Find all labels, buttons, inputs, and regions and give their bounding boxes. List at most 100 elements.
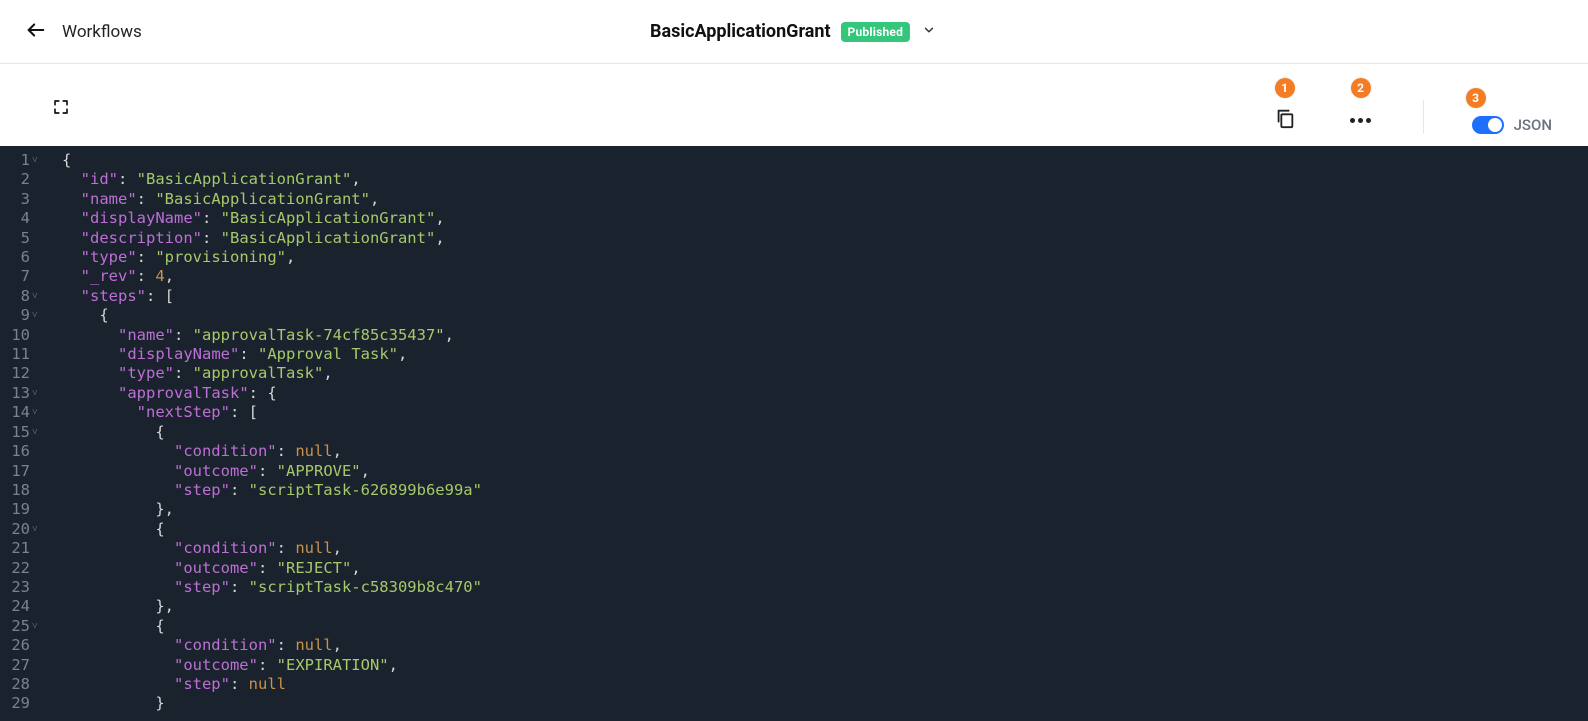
chevron-down-icon [922,22,936,41]
code-content: "condition": null, [42,539,342,558]
page-title: BasicApplicationGrant [650,21,831,42]
annotation-1: 1 [1275,78,1295,98]
json-toggle-label: JSON [1514,116,1552,134]
code-line: 16 "condition": null, [0,442,1588,461]
back-button[interactable] [24,20,48,44]
gutter-line-number: 4 [0,209,32,228]
topbar: Workflows BasicApplicationGrant Publishe… [0,0,1588,64]
fullscreen-icon [52,101,70,120]
gutter-line-number: 18 [0,481,32,500]
title-menu-button[interactable] [920,23,938,41]
json-toggle[interactable] [1472,116,1504,134]
fold-marker[interactable]: ˅ [32,287,42,306]
gutter-line-number: 6 [0,248,32,267]
code-content: "step": "scriptTask-c58309b8c470" [42,578,482,597]
toolbar: 1 2 3 [0,64,1588,146]
gutter-line-number: 2 [0,170,32,189]
ellipsis-icon [1350,118,1371,123]
gutter-line-number: 28 [0,675,32,694]
code-content: "approvalTask": { [42,384,277,403]
gutter-line-number: 9 [0,306,32,325]
json-toggle-slot: 3 JSON [1472,116,1552,134]
code-line: 11 "displayName": "Approval Task", [0,345,1588,364]
gutter-line-number: 11 [0,345,32,364]
more-button[interactable] [1347,106,1375,134]
code-content: "step": "scriptTask-626899b6e99a" [42,481,482,500]
code-line: 8˅ "steps": [ [0,287,1588,306]
code-line: 5 "description": "BasicApplicationGrant"… [0,229,1588,248]
code-content: "outcome": "APPROVE", [42,462,370,481]
code-content: "type": "approvalTask", [42,364,333,383]
code-content: { [42,151,71,170]
fold-marker[interactable]: ˅ [32,403,42,422]
gutter-line-number: 5 [0,229,32,248]
code-line: 6 "type": "provisioning", [0,248,1588,267]
code-line: 26 "condition": null, [0,636,1588,655]
code-line: 12 "type": "approvalTask", [0,364,1588,383]
code-line: 25˅ { [0,617,1588,636]
code-line: 9˅ { [0,306,1588,325]
code-content: "displayName": "BasicApplicationGrant", [42,209,445,228]
code-content: }, [42,597,174,616]
code-content: "displayName": "Approval Task", [42,345,407,364]
gutter-line-number: 7 [0,267,32,286]
fold-marker[interactable]: ˅ [32,306,42,325]
divider [1423,100,1424,134]
code-content: "outcome": "REJECT", [42,559,361,578]
code-line: 10 "name": "approvalTask-74cf85c35437", [0,326,1588,345]
code-line: 18 "step": "scriptTask-626899b6e99a" [0,481,1588,500]
annotation-3: 3 [1466,88,1486,108]
fold-marker[interactable]: ˅ [32,423,42,442]
code-line: 17 "outcome": "APPROVE", [0,462,1588,481]
toggle-knob [1488,118,1502,132]
code-content: { [42,306,109,325]
gutter-line-number: 16 [0,442,32,461]
gutter-line-number: 1 [0,151,32,170]
code-editor[interactable]: 1˅{2 "id": "BasicApplicationGrant",3 "na… [0,146,1588,721]
copy-icon [1274,107,1296,133]
code-content: "name": "approvalTask-74cf85c35437", [42,326,454,345]
gutter-line-number: 13 [0,384,32,403]
code-line: 1˅{ [0,151,1588,170]
gutter-line-number: 17 [0,462,32,481]
code-content: "type": "provisioning", [42,248,295,267]
code-line: 19 }, [0,500,1588,519]
code-content: "step": null [42,675,286,694]
gutter-line-number: 19 [0,500,32,519]
code-line: 2 "id": "BasicApplicationGrant", [0,170,1588,189]
breadcrumb[interactable]: Workflows [62,22,142,42]
code-content: "condition": null, [42,442,342,461]
gutter-line-number: 25 [0,617,32,636]
code-content: "description": "BasicApplicationGrant", [42,229,445,248]
gutter-line-number: 27 [0,656,32,675]
gutter-line-number: 24 [0,597,32,616]
code-line: 14˅ "nextStep": [ [0,403,1588,422]
gutter-line-number: 10 [0,326,32,345]
code-content: "steps": [ [42,287,174,306]
code-content: "outcome": "EXPIRATION", [42,656,398,675]
code-line: 21 "condition": null, [0,539,1588,558]
code-line: 24 }, [0,597,1588,616]
code-content: "_rev": 4, [42,267,174,286]
fold-marker[interactable]: ˅ [32,384,42,403]
gutter-line-number: 15 [0,423,32,442]
gutter-line-number: 8 [0,287,32,306]
fold-marker[interactable]: ˅ [32,617,42,636]
code-content: "id": "BasicApplicationGrant", [42,170,361,189]
code-content: "condition": null, [42,636,342,655]
code-line: 28 "step": null [0,675,1588,694]
gutter-line-number: 23 [0,578,32,597]
code-line: 15˅ { [0,423,1588,442]
code-line: 4 "displayName": "BasicApplicationGrant"… [0,209,1588,228]
status-badge: Published [841,22,910,42]
fullscreen-button[interactable] [52,98,72,118]
fold-marker[interactable]: ˅ [32,151,42,170]
title-area: BasicApplicationGrant Published [650,21,938,42]
fold-marker[interactable]: ˅ [32,520,42,539]
gutter-line-number: 20 [0,520,32,539]
gutter-line-number: 26 [0,636,32,655]
gutter-line-number: 12 [0,364,32,383]
code-line: 7 "_rev": 4, [0,267,1588,286]
copy-button[interactable] [1271,106,1299,134]
arrow-left-icon [25,19,47,45]
